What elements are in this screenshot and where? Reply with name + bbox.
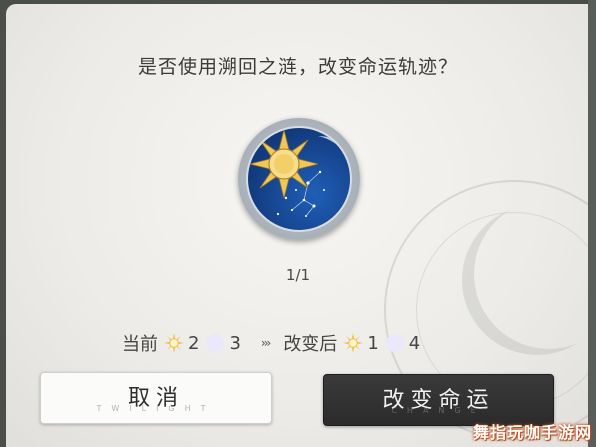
sun-moon-emblem-icon xyxy=(238,118,360,240)
moon-icon xyxy=(385,334,404,352)
fate-change-summary: 当前 2 3 ››› 改变后 1 4 xyxy=(122,331,421,356)
triple-chevron-right-icon: ››› xyxy=(260,336,272,350)
cancel-button[interactable]: 取消 TWILIGHT xyxy=(40,372,272,424)
cancel-button-subtext: TWILIGHT xyxy=(96,404,216,413)
sun-icon xyxy=(343,333,364,353)
emblem-core xyxy=(246,126,352,232)
after-sun-count: 1 xyxy=(367,332,379,354)
dialog-question: 是否使用溯回之涟，改变命运轨迹？ xyxy=(137,56,458,78)
after-moon-count: 4 xyxy=(408,332,421,354)
after-label: 改变后 xyxy=(283,334,338,355)
site-watermark: 舞指玩咖手游网 xyxy=(472,423,592,442)
sun-icon xyxy=(164,333,184,353)
change-fate-button-subtext: CHANGE xyxy=(391,406,486,415)
current-moon-count: 3 xyxy=(229,332,241,354)
current-sun-count: 2 xyxy=(188,332,200,354)
moon-icon xyxy=(206,334,225,352)
emblem-art xyxy=(249,129,350,226)
uses-remaining: 1/1 xyxy=(285,266,311,284)
current-label: 当前 xyxy=(122,334,158,355)
